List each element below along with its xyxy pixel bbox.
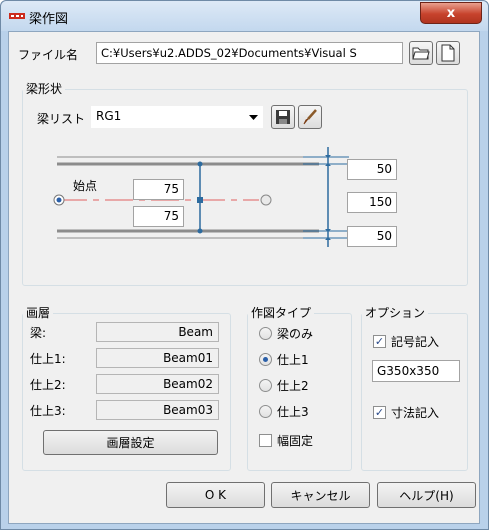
symbol-entry-check[interactable]: ✓ (373, 335, 386, 348)
dialog-client: ファイル名 C:¥Users¥u2.ADDS_02¥Documents¥Visu… (8, 31, 480, 524)
options-group-title: オプション (362, 306, 429, 320)
draw-type-group-title: 作図タイプ (248, 306, 315, 320)
layer-finish3-value: Beam03 (96, 400, 219, 420)
dimension-bottom-field[interactable]: 50 (347, 226, 397, 247)
draw-type-radio[interactable] (259, 353, 272, 366)
draw-type-option-label: 仕上2 (277, 379, 309, 393)
close-icon: x (446, 5, 456, 21)
new-document-icon (441, 44, 455, 62)
start-point-label: 始点 (73, 179, 98, 193)
beam-list-value: RG1 (96, 109, 122, 123)
file-label: ファイル名 (18, 48, 79, 62)
file-path-field[interactable]: C:¥Users¥u2.ADDS_02¥Documents¥Visual S (96, 42, 403, 64)
beam-shape-group-title: 梁形状 (23, 82, 66, 96)
dimension-entry-label: 寸法記入 (391, 406, 440, 420)
brush-icon (303, 109, 317, 125)
draw-type-option-label: 仕上3 (277, 405, 309, 419)
save-beam-button[interactable] (271, 105, 295, 129)
fixed-width-check[interactable] (259, 434, 272, 447)
fixed-width-label: 幅固定 (277, 434, 314, 448)
dimension-mid-field[interactable]: 150 (347, 192, 397, 213)
folder-open-icon (412, 47, 430, 60)
close-button[interactable]: x (420, 2, 482, 24)
draw-type-radio[interactable] (259, 379, 272, 392)
layer-finish1-value: Beam01 (96, 348, 219, 368)
layer-finish2-value: Beam02 (96, 374, 219, 394)
layer-beam-value: Beam (96, 322, 219, 342)
ok-button[interactable]: O K (166, 482, 265, 508)
beam-diagram (53, 147, 349, 247)
beam-list-combo[interactable]: RG1 (91, 106, 263, 128)
app-icon (9, 13, 25, 19)
symbol-value-field[interactable]: G350x350 (372, 360, 460, 382)
draw-type-radio[interactable] (259, 327, 272, 340)
layer-finish1-label: 仕上1: (30, 352, 66, 366)
draw-type-radio[interactable] (259, 405, 272, 418)
chevron-down-icon (249, 115, 258, 120)
end-point-radio[interactable] (260, 194, 272, 206)
draw-type-option-label: 梁のみ (277, 327, 314, 341)
dimension-top-field[interactable]: 50 (347, 159, 397, 180)
draw-type-option-label: 仕上1 (277, 353, 309, 367)
layer-group-title: 画層 (23, 306, 54, 320)
layer-finish3-label: 仕上3: (30, 404, 66, 418)
bottom-width-field[interactable]: 75 (133, 206, 184, 227)
edit-beam-button[interactable] (298, 105, 322, 129)
help-button[interactable]: ヘルプ(H) (377, 482, 476, 508)
save-icon (276, 110, 290, 124)
top-width-field[interactable]: 75 (133, 179, 184, 200)
dialog-window: 梁作図 x ファイル名 C:¥Users¥u2.ADDS_02¥Document… (0, 0, 489, 530)
new-file-button[interactable] (436, 41, 460, 65)
window-title: 梁作図 (29, 12, 69, 27)
title-bar[interactable]: 梁作図 x (1, 1, 488, 31)
beam-list-label: 梁リスト (37, 112, 86, 126)
open-folder-button[interactable] (409, 41, 433, 65)
layer-settings-button[interactable]: 画層設定 (43, 430, 218, 455)
symbol-entry-label: 記号記入 (391, 335, 440, 349)
cancel-button[interactable]: キャンセル (271, 482, 370, 508)
layer-finish2-label: 仕上2: (30, 378, 66, 392)
dimension-entry-check[interactable]: ✓ (373, 406, 386, 419)
layer-beam-label: 梁: (30, 326, 47, 340)
